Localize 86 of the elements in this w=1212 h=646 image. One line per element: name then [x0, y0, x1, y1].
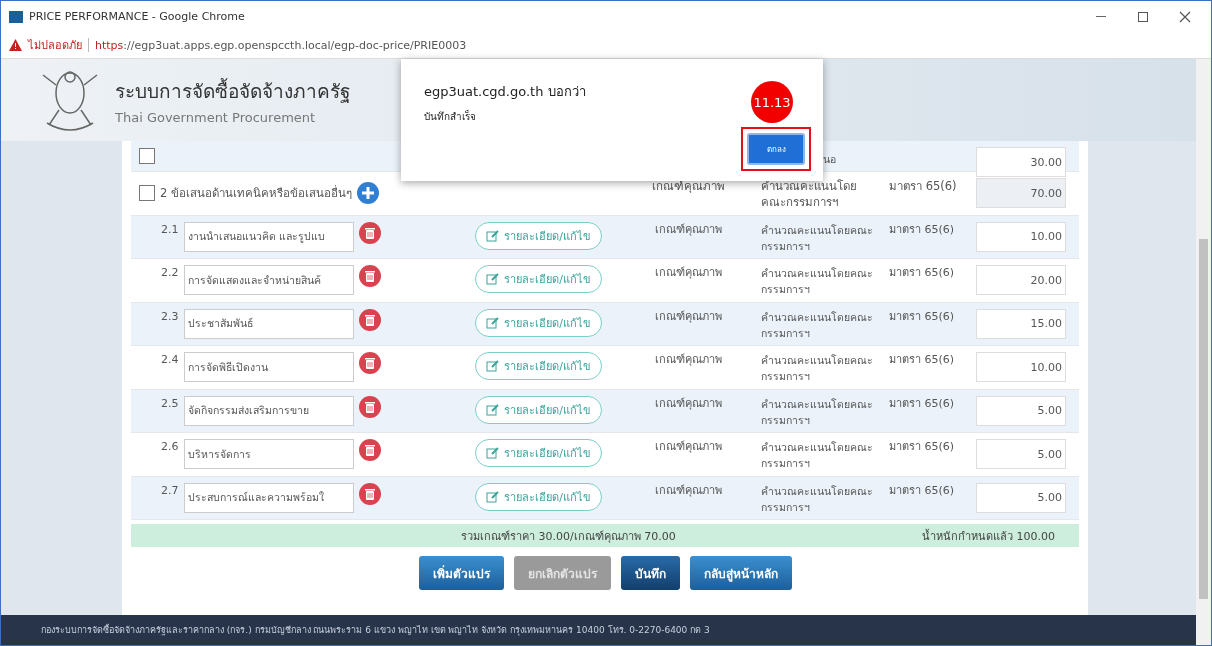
- edit-icon: [486, 229, 501, 242]
- item-number: 2.4: [161, 352, 179, 368]
- law-text: มาตรา 65(6): [889, 352, 955, 368]
- weight-field[interactable]: 10.00: [976, 352, 1066, 382]
- dialog-message: บันทึกสำเร็จ: [424, 109, 476, 124]
- weight-field[interactable]: 15.00: [976, 308, 1066, 339]
- weight-field: 70.00: [976, 178, 1066, 208]
- name-field[interactable]: งานนำเสนอแนวคิด และรูปแบ: [183, 221, 354, 252]
- name-field[interactable]: ประชาสัมพันธ์: [183, 308, 354, 339]
- name-field[interactable]: จัดกิจกรรมส่งเสริมการขาย: [183, 395, 354, 426]
- group-label: 2 ข้อเสนอด้านเทคนิคหรือข้อเสนออื่นๆ: [160, 185, 352, 202]
- law-text: มาตรา 65(6): [889, 178, 957, 194]
- criterion-text: เกณฑ์คุณภาพ: [655, 439, 722, 455]
- step-badge: 11.13: [751, 81, 793, 123]
- scrollbar[interactable]: [1196, 59, 1211, 645]
- trash-icon[interactable]: [358, 482, 381, 505]
- add-icon[interactable]: [357, 182, 379, 205]
- action-button[interactable]: กลับสู่หน้าหลัก: [689, 556, 792, 590]
- criterion-text: เกณฑ์คุณภาพ: [652, 178, 725, 194]
- site-subtitle: Thai Government Procurement: [115, 109, 317, 125]
- method-text: คำนวณคะแนนโดยคณะกรรมการฯ: [761, 483, 873, 515]
- name-field[interactable]: ประสบการณ์และความพร้อมใ: [183, 482, 354, 513]
- weight-field[interactable]: 10.00: [976, 221, 1066, 252]
- method-text: คำนวณคะแนนโดยคณะกรรมการฯ: [761, 178, 858, 210]
- criteria-total: รวมเกณฑ์ราคา 30.00/เกณฑ์คุณภาพ 70.00: [461, 528, 676, 545]
- trash-icon[interactable]: [358, 265, 381, 287]
- item-number: 2.6: [161, 439, 179, 455]
- ok-button[interactable]: ตกลง: [747, 133, 805, 165]
- url-text[interactable]: https://egp3uat.apps.egp.openspccth.local/egp-doc-price/PRIE0003: [95, 38, 467, 52]
- weight-field[interactable]: 30.00: [976, 147, 1066, 177]
- law-text: มาตรา 65(6): [889, 482, 955, 499]
- name-field[interactable]: การจัดพิธีเปิดงาน: [183, 352, 354, 382]
- item-number: 2.5: [161, 395, 179, 412]
- trash-icon[interactable]: [358, 308, 381, 331]
- item-number: 2.7: [161, 482, 179, 499]
- site-title: ระบบการจัดซื้อจัดจ้างภาครัฐ: [115, 77, 350, 105]
- method-text: คำนวณคะแนนโดยคณะกรรมการฯ: [761, 222, 873, 254]
- warning-icon: [9, 39, 22, 51]
- method-text: นอ: [823, 152, 836, 167]
- weight-total: น้ำหนักกำหนดแล้ว 100.00: [922, 528, 1055, 545]
- law-text: มาตรา 65(6): [889, 395, 955, 412]
- method-text: คำนวณคะแนนโดยคณะกรรมการฯ: [761, 353, 873, 384]
- criterion-text: เกณฑ์คุณภาพ: [655, 221, 722, 238]
- criterion-text: เกณฑ์คุณภาพ: [655, 352, 722, 368]
- criterion-text: เกณฑ์คุณภาพ: [655, 395, 722, 412]
- checkbox[interactable]: [139, 148, 155, 164]
- item-number: 2.2: [161, 265, 179, 281]
- method-text: คำนวณคะแนนโดยคณะกรรมการฯ: [761, 266, 873, 297]
- method-text: คำนวณคะแนนโดยคณะกรรมการฯ: [761, 309, 873, 341]
- action-button[interactable]: เพิ่มตัวแปร: [418, 556, 504, 590]
- security-label[interactable]: ไม่ปลอดภัย: [28, 36, 82, 54]
- item-number: 2.3: [161, 308, 179, 325]
- item-number: 2.1: [161, 221, 179, 238]
- weight-field[interactable]: 5.00: [976, 482, 1066, 513]
- window-title: PRICE PERFORMANCE - Google Chrome: [29, 10, 245, 23]
- action-button[interactable]: บันทึก: [620, 556, 680, 590]
- law-text: มาตรา 65(6): [889, 221, 955, 238]
- name-field[interactable]: การจัดแสดงและจำหน่ายสินค้: [183, 265, 354, 295]
- restore-button[interactable]: [1137, 10, 1149, 23]
- method-text: คำนวณคะแนนโดยคณะกรรมการฯ: [761, 396, 873, 428]
- weight-field[interactable]: 5.00: [976, 395, 1066, 426]
- edit-icon: [486, 316, 501, 329]
- law-text: มาตรา 65(6): [889, 308, 955, 325]
- trash-icon[interactable]: [358, 439, 381, 461]
- footer-address: กองระบบการจัดซื้อจัดจ้างภาครัฐและราคากลาง (กจร.) กรมบัญชีกลาง ถนนพระราม 6 แขวง พญาไท เขต พญาไท จังหวัด กรุงเทพมหานคร 10400 โทร. 0-2270-6400 กด 3: [41, 623, 710, 637]
- trash-icon[interactable]: [358, 395, 381, 418]
- close-icon[interactable]: [1179, 10, 1191, 23]
- edit-icon: [486, 360, 501, 372]
- checkbox[interactable]: [139, 185, 155, 202]
- law-text: มาตรา 65(6): [889, 265, 955, 281]
- edit-icon: [486, 447, 501, 459]
- method-text: คำนวณคะแนนโดยคณะกรรมการฯ: [761, 440, 873, 471]
- law-text: มาตรา 65(6): [889, 439, 955, 455]
- name-field[interactable]: บริหารจัดการ: [183, 439, 354, 469]
- edit-icon: [486, 273, 501, 285]
- weight-field[interactable]: 20.00: [976, 265, 1066, 295]
- edit-icon: [486, 403, 501, 416]
- criterion-text: เกณฑ์คุณภาพ: [655, 482, 722, 499]
- trash-icon[interactable]: [358, 221, 381, 244]
- weight-field[interactable]: 5.00: [976, 439, 1066, 469]
- criterion-text: เกณฑ์คุณภาพ: [655, 265, 722, 281]
- app-icon: [9, 10, 23, 23]
- dialog-origin: egp3uat.cgd.go.th บอกว่า: [424, 83, 586, 101]
- trash-icon[interactable]: [358, 352, 381, 374]
- criterion-text: เกณฑ์คุณภาพ: [655, 308, 722, 325]
- edit-icon: [486, 490, 501, 503]
